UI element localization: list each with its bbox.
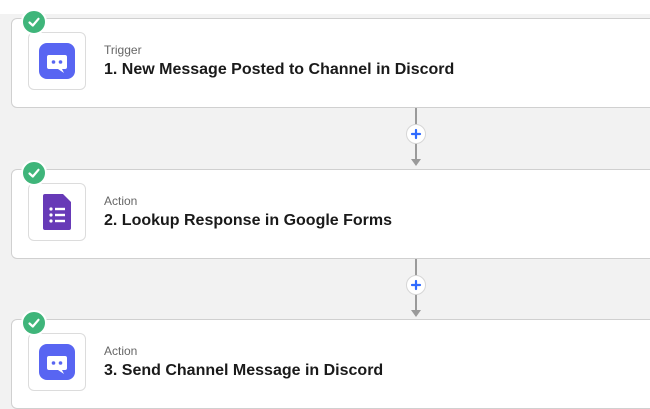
arrow-down-icon — [411, 310, 421, 317]
step-connector — [404, 259, 428, 320]
google-forms-icon — [43, 194, 71, 230]
step-complete-badge — [21, 160, 47, 186]
step-connector — [404, 108, 428, 169]
arrow-down-icon — [411, 159, 421, 166]
discord-icon — [39, 43, 75, 79]
app-icon-tile — [28, 32, 86, 90]
check-icon — [28, 17, 40, 27]
add-step-button[interactable] — [406, 275, 426, 295]
plus-icon — [410, 279, 422, 291]
step-card-1[interactable]: Trigger 1. New Message Posted to Channel… — [11, 9, 650, 108]
step-card-3[interactable]: Action 3. Send Channel Message in Discor… — [11, 310, 650, 409]
app-icon-tile — [28, 183, 86, 241]
step-title[interactable]: 2. Lookup Response in Google Forms — [104, 212, 392, 230]
check-icon — [28, 168, 40, 178]
step-card-2[interactable]: Action 2. Lookup Response in Google Form… — [11, 160, 650, 259]
add-step-button[interactable] — [406, 124, 426, 144]
check-icon — [28, 318, 40, 328]
step-complete-badge — [21, 310, 47, 336]
step-title[interactable]: 1. New Message Posted to Channel in Disc… — [104, 61, 454, 79]
header-strip — [0, 0, 650, 14]
step-type-label: Action — [104, 344, 138, 358]
step-title[interactable]: 3. Send Channel Message in Discord — [104, 362, 383, 380]
discord-icon — [39, 344, 75, 380]
app-icon-tile — [28, 333, 86, 391]
step-type-label: Action — [104, 194, 138, 208]
plus-icon — [410, 128, 422, 140]
step-type-label: Trigger — [104, 43, 142, 57]
step-complete-badge — [21, 9, 47, 35]
